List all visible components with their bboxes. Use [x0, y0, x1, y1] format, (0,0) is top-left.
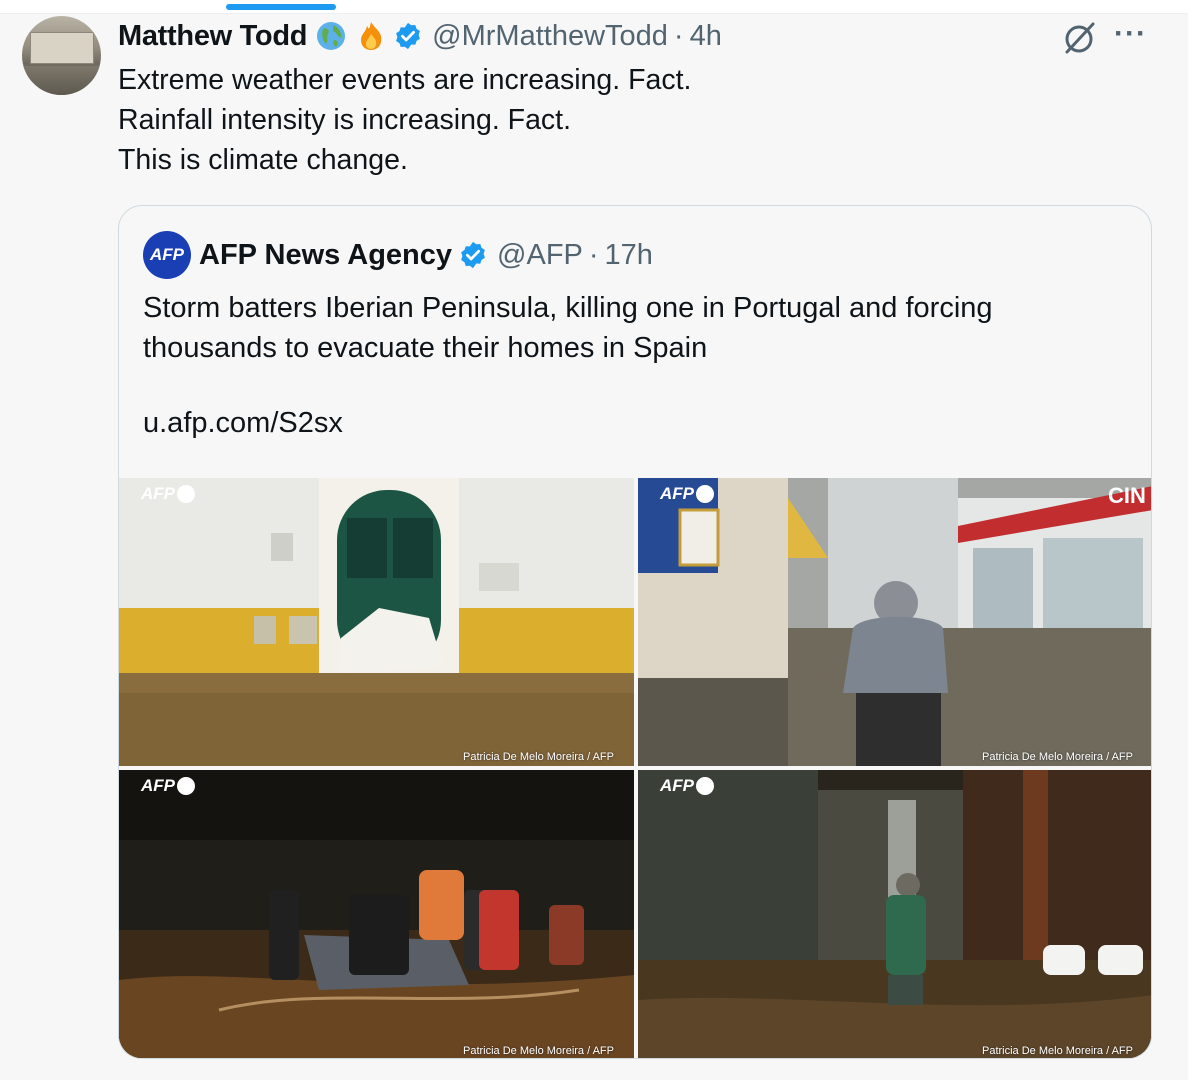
top-bar	[0, 0, 1188, 14]
author-handle[interactable]: @MrMatthewTodd	[432, 20, 668, 53]
photo-credit: Patricia De Melo Moreira / AFP	[982, 751, 1133, 763]
quoted-handle[interactable]: @AFP	[497, 239, 583, 272]
cin-sign: CIN	[1108, 483, 1146, 508]
avatar[interactable]	[22, 16, 101, 95]
tweet-text: Extreme weather events are increasing. F…	[118, 60, 691, 180]
globe-emoji-icon	[315, 20, 347, 52]
photo-2[interactable]: CIN AFP Patricia De Melo Moreira / AFP	[638, 478, 1151, 766]
tweet-time[interactable]: 4h	[690, 20, 722, 53]
afp-watermark: AFP	[141, 484, 195, 504]
separator-dot: ·	[588, 238, 599, 271]
quoted-text: Storm batters Iberian Peninsula, killing…	[143, 288, 993, 368]
fire-emoji-icon	[355, 20, 387, 52]
tweet-line: This is climate change.	[118, 144, 408, 176]
author-name[interactable]: Matthew Todd	[118, 20, 307, 53]
more-options-button[interactable]: ···	[1114, 19, 1154, 54]
tweet-line: Extreme weather events are increasing. F…	[118, 64, 692, 96]
quoted-line: thousands to evacuate their homes in Spa…	[143, 332, 708, 364]
verified-badge-icon	[458, 240, 488, 270]
quoted-link[interactable]: u.afp.com/S2sx	[143, 407, 343, 440]
quoted-header: AFP AFP News Agency @AFP · 17h	[143, 230, 653, 280]
grok-icon[interactable]	[1060, 18, 1100, 58]
photo-3[interactable]: AFP Patricia De Melo Moreira / AFP	[119, 770, 634, 1058]
active-tab-indicator	[226, 4, 336, 10]
photo-1[interactable]: AFP Patricia De Melo Moreira / AFP	[119, 478, 634, 766]
tweet-header: Matthew Todd @MrMatthewTodd · 4h	[118, 16, 722, 56]
separator-dot: ·	[673, 19, 684, 52]
afp-watermark: AFP	[660, 776, 714, 796]
verified-badge-icon	[393, 21, 423, 51]
photo-4[interactable]: AFP Patricia De Melo Moreira / AFP	[638, 770, 1151, 1058]
afp-watermark: AFP	[660, 484, 714, 504]
photo-credit: Patricia De Melo Moreira / AFP	[463, 1045, 614, 1057]
tweet-line: Rainfall intensity is increasing. Fact.	[118, 104, 572, 136]
afp-avatar[interactable]: AFP	[143, 231, 191, 279]
photo-credit: Patricia De Melo Moreira / AFP	[463, 751, 614, 763]
photo-credit: Patricia De Melo Moreira / AFP	[982, 1045, 1133, 1057]
quoted-time[interactable]: 17h	[605, 239, 653, 272]
right-edge	[1188, 0, 1194, 1080]
quoted-line: Storm batters Iberian Peninsula, killing…	[143, 292, 993, 324]
quoted-author-name[interactable]: AFP News Agency	[199, 239, 452, 272]
quoted-tweet-card[interactable]: AFP AFP News Agency @AFP · 17h Storm bat…	[118, 205, 1152, 1059]
afp-watermark: AFP	[141, 776, 195, 796]
